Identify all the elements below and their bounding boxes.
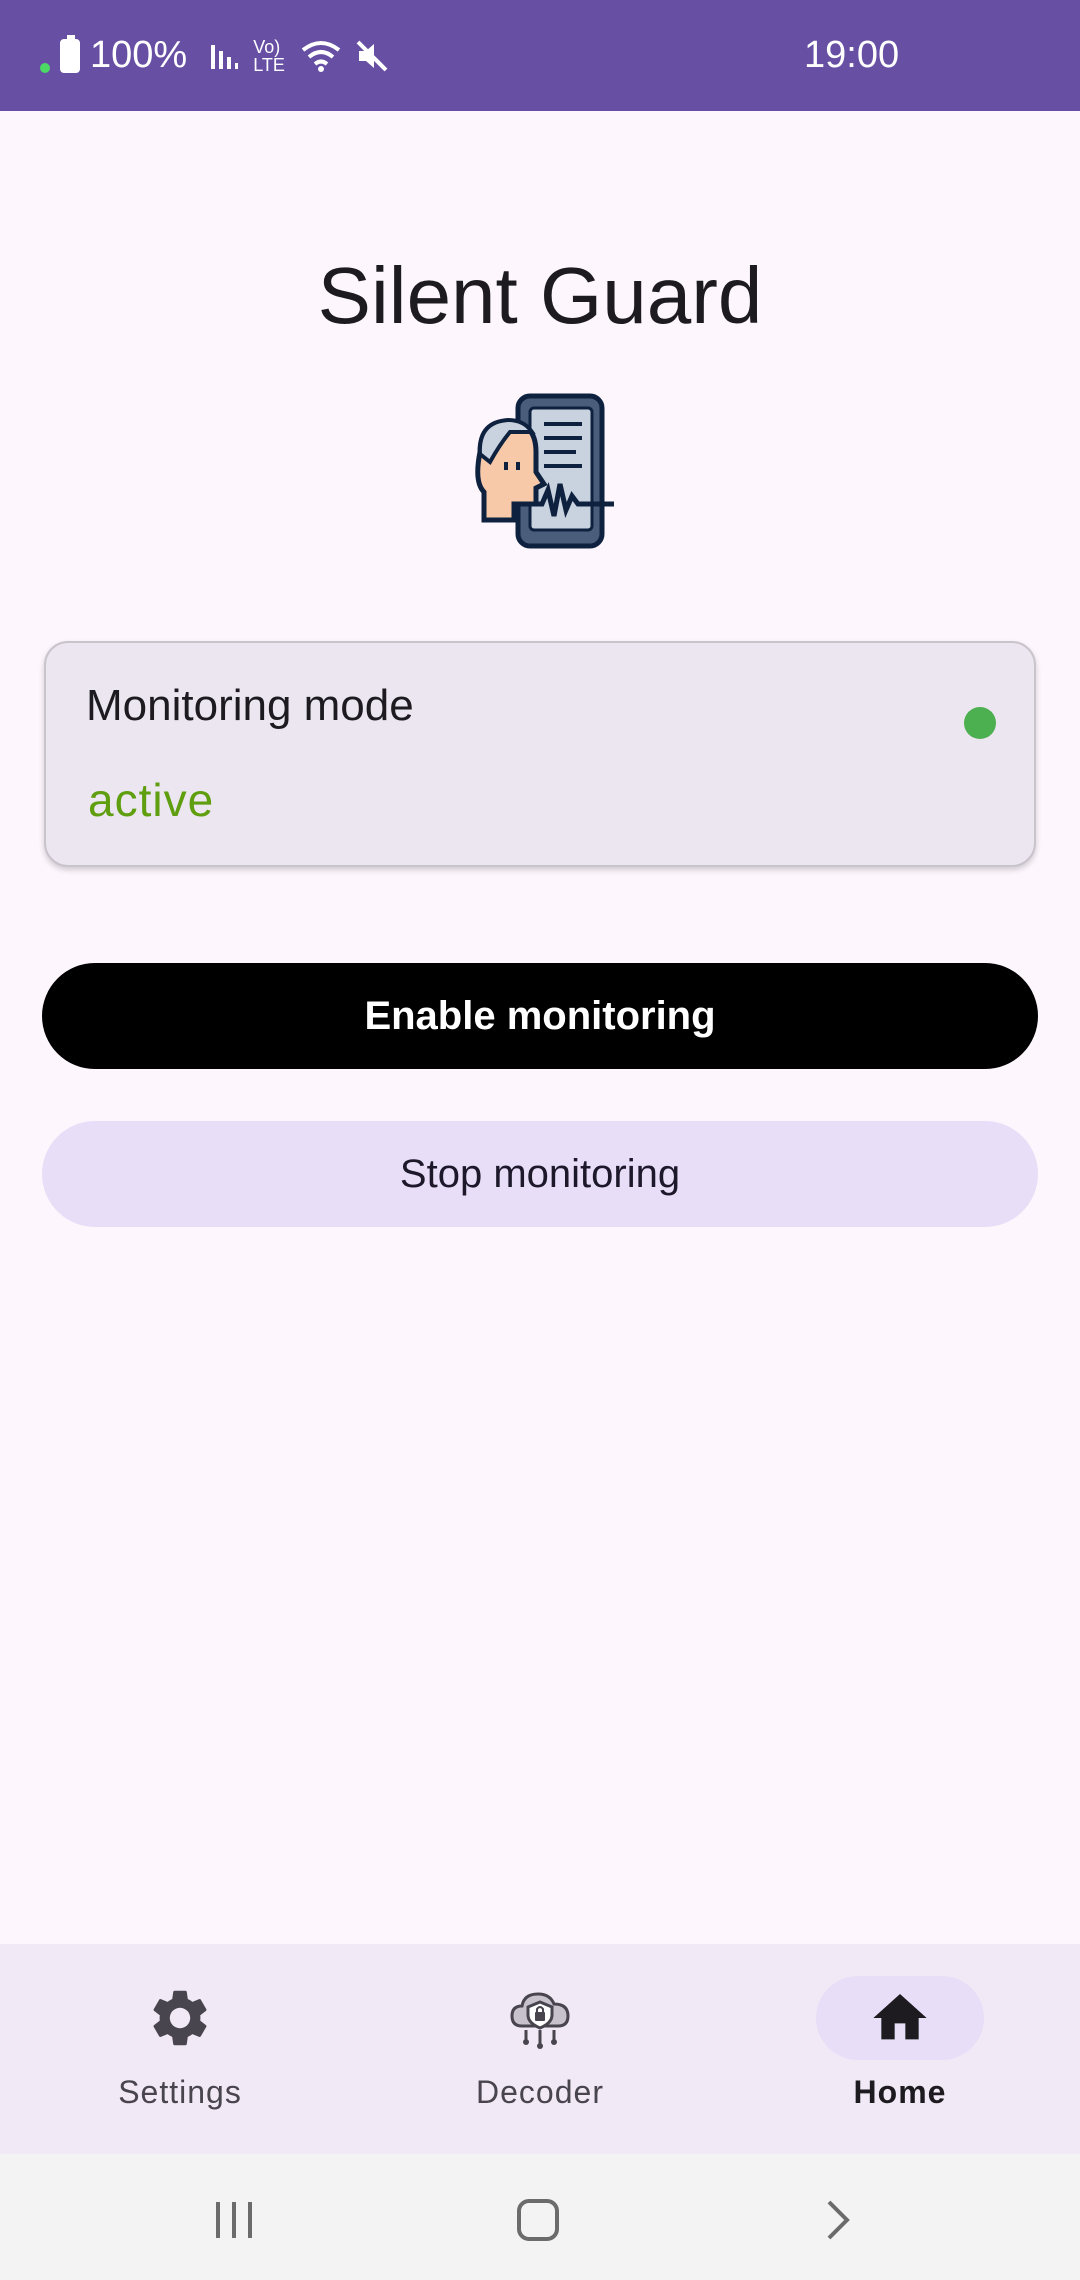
recent-apps-button[interactable] xyxy=(204,2190,264,2250)
home-icon xyxy=(873,1994,927,2040)
wifi-icon xyxy=(301,40,341,72)
nav-icon-container xyxy=(816,1976,984,2060)
bottom-navigation: Settings Decoder Home xyxy=(0,1944,1080,2154)
clock: 19:00 xyxy=(804,34,900,76)
nav-label-home: Home xyxy=(853,2074,947,2110)
chevron-right-icon xyxy=(827,2200,850,2240)
cloud-shield-icon xyxy=(510,1992,570,2049)
status-left: 100% Vo) LTE xyxy=(40,34,389,77)
status-indicator-dot xyxy=(964,707,996,739)
battery-percent: 100% xyxy=(90,34,188,76)
nav-item-home[interactable]: Home xyxy=(720,1944,1080,2154)
home-square-icon xyxy=(517,2199,559,2241)
stop-monitoring-button[interactable]: Stop monitoring xyxy=(42,1121,1038,1227)
mute-icon xyxy=(356,40,388,71)
enable-monitoring-button[interactable]: Enable monitoring xyxy=(42,963,1038,1069)
status-bar: 100% Vo) LTE 19:00 xyxy=(0,0,1080,111)
monitoring-mode-card: Monitoring mode active xyxy=(44,641,1036,867)
nav-item-settings[interactable]: Settings xyxy=(0,1944,360,2154)
back-button[interactable] xyxy=(808,2190,868,2250)
monitoring-mode-label: Monitoring mode xyxy=(86,681,414,730)
gear-icon xyxy=(153,1990,207,2046)
battery-icon xyxy=(60,34,80,73)
face-document-waveform-icon xyxy=(475,393,614,549)
nav-icon-container xyxy=(96,1976,264,2060)
signal-icon xyxy=(211,44,239,69)
app-title: Silent Guard xyxy=(317,251,763,340)
nav-label-decoder: Decoder xyxy=(476,2074,604,2110)
notification-dot-icon xyxy=(40,62,50,73)
nav-label-settings: Settings xyxy=(118,2074,242,2110)
nav-item-decoder[interactable]: Decoder xyxy=(360,1944,720,2154)
status-icons: Vo) LTE xyxy=(209,38,389,74)
system-navigation-bar xyxy=(0,2154,1080,2280)
nav-icon-container xyxy=(456,1976,624,2060)
volte-icon: Vo) LTE xyxy=(253,36,285,75)
monitoring-status-value: active xyxy=(88,774,215,826)
home-system-button[interactable] xyxy=(508,2190,568,2250)
recent-apps-icon xyxy=(216,2202,252,2238)
